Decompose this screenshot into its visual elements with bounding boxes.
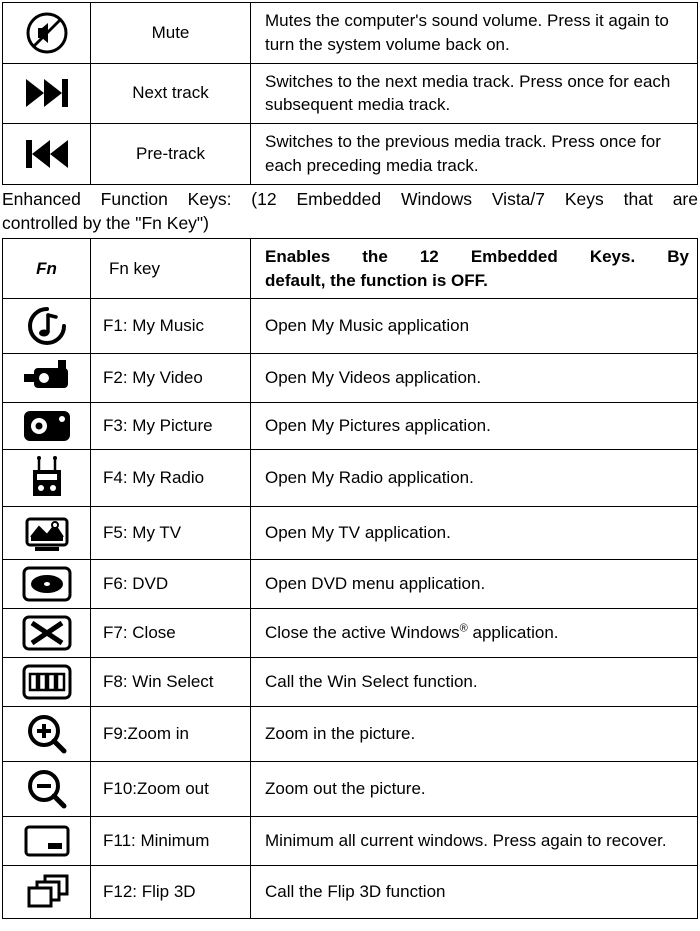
table-row: Mute Mutes the computer's sound volume. … xyxy=(3,3,698,64)
radio-icon xyxy=(3,450,91,507)
key-label: F11: Minimum xyxy=(91,817,251,866)
table-row: F5: My TV Open My TV application. xyxy=(3,507,698,560)
zoom-out-icon xyxy=(3,762,91,817)
table-row: F1: My Music Open My Music application xyxy=(3,299,698,354)
table-row: F7: Close Close the active Windows® appl… xyxy=(3,609,698,658)
table-row: Pre-track Switches to the previous media… xyxy=(3,124,698,185)
dvd-icon xyxy=(3,560,91,609)
key-description: Open My Radio application. xyxy=(251,450,698,507)
key-description: Zoom out the picture. xyxy=(251,762,698,817)
table-row: F9:Zoom in Zoom in the picture. xyxy=(3,707,698,762)
fn-keys-table: Fn Fn key Enables the 12 Embedded Keys. … xyxy=(2,238,698,920)
tv-icon xyxy=(3,507,91,560)
key-description: Close the active Windows® application. xyxy=(251,609,698,658)
fn-caption-line1: Enhanced Function Keys: (12 Embedded Win… xyxy=(2,185,698,212)
fn-key-header: Fn key xyxy=(91,238,251,299)
music-icon xyxy=(3,299,91,354)
key-description: Open DVD menu application. xyxy=(251,560,698,609)
table-row: Next track Switches to the next media tr… xyxy=(3,63,698,124)
table-row: F2: My Video Open My Videos application. xyxy=(3,354,698,403)
key-label: F10:Zoom out xyxy=(91,762,251,817)
key-label: F7: Close xyxy=(91,609,251,658)
key-label: F12: Flip 3D xyxy=(91,866,251,919)
picture-icon xyxy=(3,403,91,450)
media-keys-table: Mute Mutes the computer's sound volume. … xyxy=(2,2,698,185)
key-label: F2: My Video xyxy=(91,354,251,403)
key-description: Open My Music application xyxy=(251,299,698,354)
table-row: F8: Win Select Call the Win Select funct… xyxy=(3,658,698,707)
zoom-in-icon xyxy=(3,707,91,762)
prev-track-icon xyxy=(3,124,91,185)
table-row: F12: Flip 3D Call the Flip 3D function xyxy=(3,866,698,919)
key-description: Open My Pictures application. xyxy=(251,403,698,450)
win-select-icon xyxy=(3,658,91,707)
fn-header-row: Fn Fn key Enables the 12 Embedded Keys. … xyxy=(3,238,698,299)
table-row: F10:Zoom out Zoom out the picture. xyxy=(3,762,698,817)
key-description: Switches to the previous media track. Pr… xyxy=(251,124,698,185)
key-label: F9:Zoom in xyxy=(91,707,251,762)
key-description: Call the Win Select function. xyxy=(251,658,698,707)
mute-icon xyxy=(3,3,91,64)
video-icon xyxy=(3,354,91,403)
close-icon xyxy=(3,609,91,658)
table-row: F11: Minimum Minimum all current windows… xyxy=(3,817,698,866)
minimize-icon xyxy=(3,817,91,866)
table-row: F3: My Picture Open My Pictures applicat… xyxy=(3,403,698,450)
key-label: Next track xyxy=(91,63,251,124)
key-description: Call the Flip 3D function xyxy=(251,866,698,919)
key-label: Pre-track xyxy=(91,124,251,185)
flip-3d-icon xyxy=(3,866,91,919)
key-label: F4: My Radio xyxy=(91,450,251,507)
key-label: F5: My TV xyxy=(91,507,251,560)
key-description: Switches to the next media track. Press … xyxy=(251,63,698,124)
key-label: F8: Win Select xyxy=(91,658,251,707)
fn-label: Fn xyxy=(3,238,91,299)
key-label: F6: DVD xyxy=(91,560,251,609)
table-row: F4: My Radio Open My Radio application. xyxy=(3,450,698,507)
table-row: F6: DVD Open DVD menu application. xyxy=(3,560,698,609)
key-description: Zoom in the picture. xyxy=(251,707,698,762)
fn-desc-header: Enables the 12 Embedded Keys. By default… xyxy=(251,238,698,299)
next-track-icon xyxy=(3,63,91,124)
key-label: F1: My Music xyxy=(91,299,251,354)
key-description: Open My Videos application. xyxy=(251,354,698,403)
key-description: Mutes the computer's sound volume. Press… xyxy=(251,3,698,64)
key-label: Mute xyxy=(91,3,251,64)
key-description: Open My TV application. xyxy=(251,507,698,560)
key-label: F3: My Picture xyxy=(91,403,251,450)
fn-caption-line2: controlled by the "Fn Key") xyxy=(2,211,698,238)
key-description: Minimum all current windows. Press again… xyxy=(251,817,698,866)
